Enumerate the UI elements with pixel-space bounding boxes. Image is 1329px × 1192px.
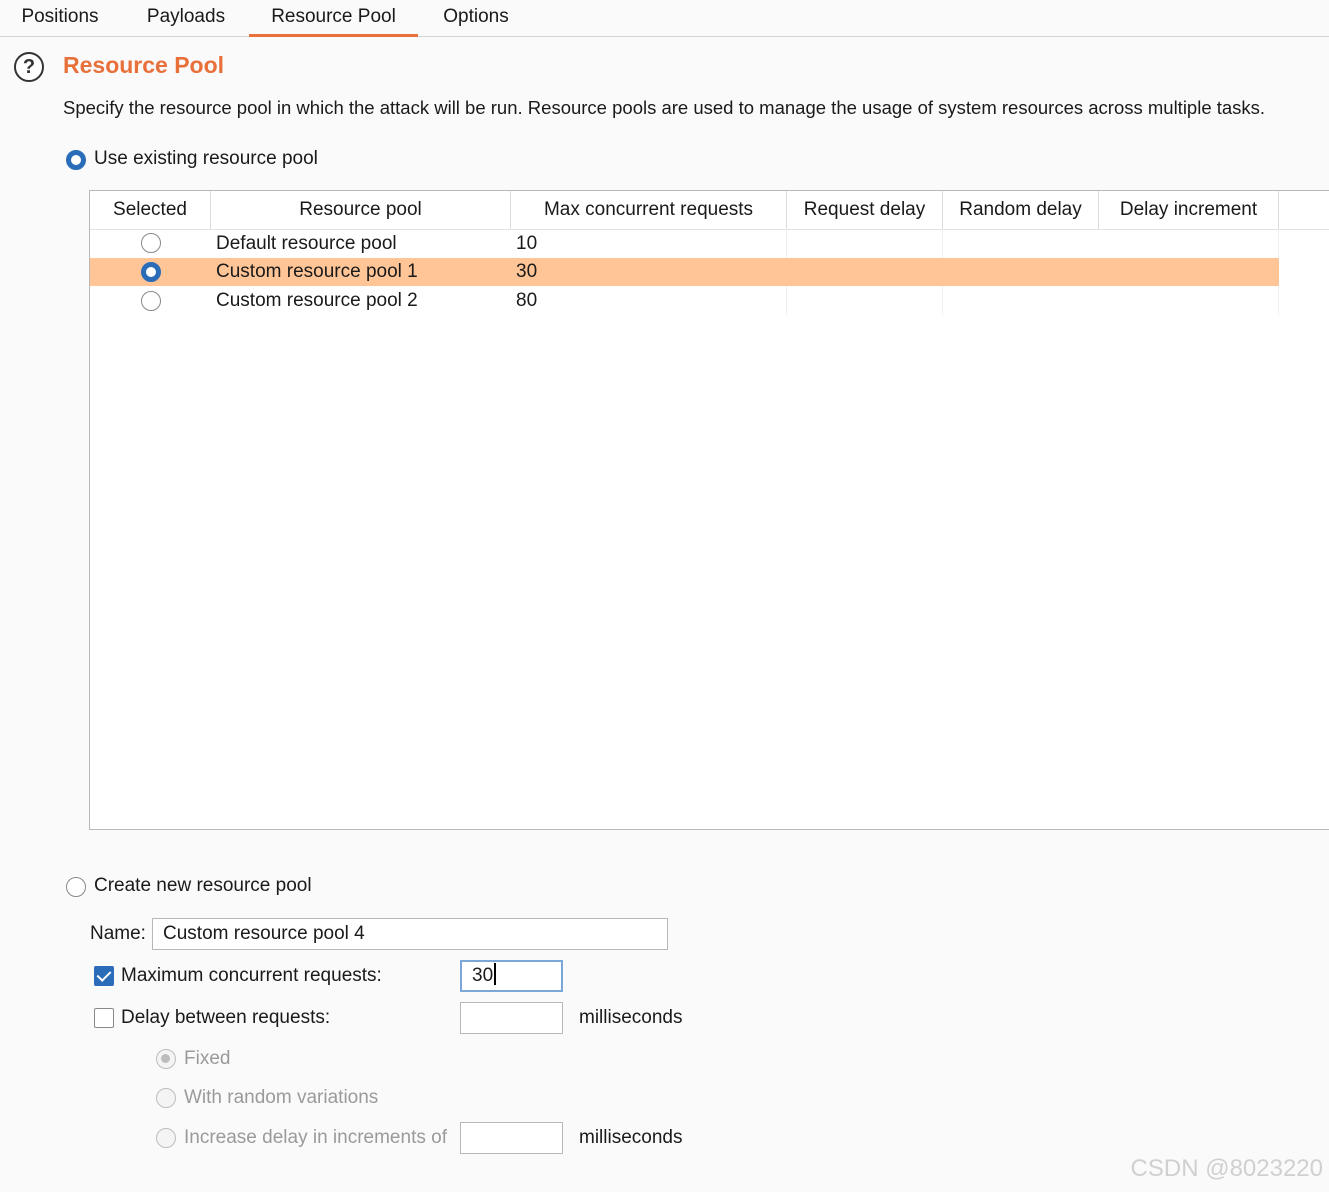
section-description: Specify the resource pool in which the a… bbox=[63, 97, 1266, 118]
help-icon[interactable]: ? bbox=[14, 52, 44, 82]
row-max-concurrent: 10 bbox=[516, 233, 538, 254]
column-header-max-concurrent[interactable]: Max concurrent requests bbox=[511, 191, 787, 229]
row-max-concurrent: 80 bbox=[516, 290, 538, 311]
delay-random-label: With random variations bbox=[184, 1087, 379, 1108]
column-header-random-delay[interactable]: Random delay bbox=[943, 191, 1099, 229]
row-pool-name: Custom resource pool 2 bbox=[216, 290, 418, 311]
name-label: Name: bbox=[90, 923, 146, 944]
create-new-pool-radio[interactable] bbox=[66, 877, 86, 897]
delay-increment-unit-label: milliseconds bbox=[579, 1127, 683, 1148]
delay-between-checkbox[interactable] bbox=[94, 1008, 114, 1028]
text-caret bbox=[494, 963, 496, 985]
create-new-pool-label: Create new resource pool bbox=[94, 875, 312, 896]
table-row[interactable]: Default resource pool 10 bbox=[90, 230, 1279, 258]
row-pool-name: Custom resource pool 1 bbox=[216, 261, 418, 282]
column-header-resource-pool[interactable]: Resource pool bbox=[211, 191, 511, 229]
delay-input[interactable] bbox=[460, 1002, 563, 1034]
delay-increment-radio[interactable] bbox=[156, 1128, 176, 1148]
delay-fixed-radio[interactable] bbox=[156, 1049, 176, 1069]
delay-unit-label: milliseconds bbox=[579, 1007, 683, 1028]
watermark: CSDN @8023220 bbox=[1130, 1155, 1323, 1182]
row-select-radio[interactable] bbox=[141, 262, 161, 282]
row-pool-name: Default resource pool bbox=[216, 233, 397, 254]
delay-increment-label: Increase delay in increments of bbox=[184, 1127, 447, 1148]
max-concurrent-checkbox[interactable] bbox=[94, 966, 114, 986]
max-concurrent-input[interactable]: 30 bbox=[460, 960, 563, 992]
table-header: Selected Resource pool Max concurrent re… bbox=[90, 191, 1329, 230]
column-header-selected[interactable]: Selected bbox=[90, 191, 211, 229]
row-select-radio[interactable] bbox=[141, 233, 161, 253]
delay-between-label: Delay between requests: bbox=[121, 1007, 331, 1028]
section-title: Resource Pool bbox=[63, 52, 225, 78]
table-row-selected[interactable]: Custom resource pool 1 30 bbox=[90, 258, 1279, 286]
tab-resource-pool[interactable]: Resource Pool bbox=[249, 0, 418, 37]
delay-fixed-label: Fixed bbox=[184, 1048, 231, 1069]
table-row[interactable]: Custom resource pool 2 80 bbox=[90, 287, 1279, 315]
column-header-delay-increment[interactable]: Delay increment bbox=[1099, 191, 1279, 229]
tab-bar: Positions Payloads Resource Pool Options bbox=[0, 0, 1329, 37]
use-existing-pool-radio[interactable] bbox=[66, 150, 86, 170]
tab-payloads[interactable]: Payloads bbox=[126, 0, 246, 36]
delay-increment-input[interactable] bbox=[460, 1122, 563, 1154]
column-header-request-delay[interactable]: Request delay bbox=[787, 191, 943, 229]
use-existing-pool-label: Use existing resource pool bbox=[94, 148, 318, 169]
tab-options[interactable]: Options bbox=[424, 0, 528, 36]
max-concurrent-label: Maximum concurrent requests: bbox=[121, 965, 382, 986]
delay-random-radio[interactable] bbox=[156, 1088, 176, 1108]
row-max-concurrent: 30 bbox=[516, 261, 538, 282]
row-select-radio[interactable] bbox=[141, 291, 161, 311]
resource-pool-table: Selected Resource pool Max concurrent re… bbox=[89, 190, 1329, 830]
pool-name-input[interactable]: Custom resource pool 4 bbox=[152, 918, 668, 950]
tab-positions[interactable]: Positions bbox=[4, 0, 116, 36]
max-concurrent-value: 30 bbox=[472, 965, 494, 986]
